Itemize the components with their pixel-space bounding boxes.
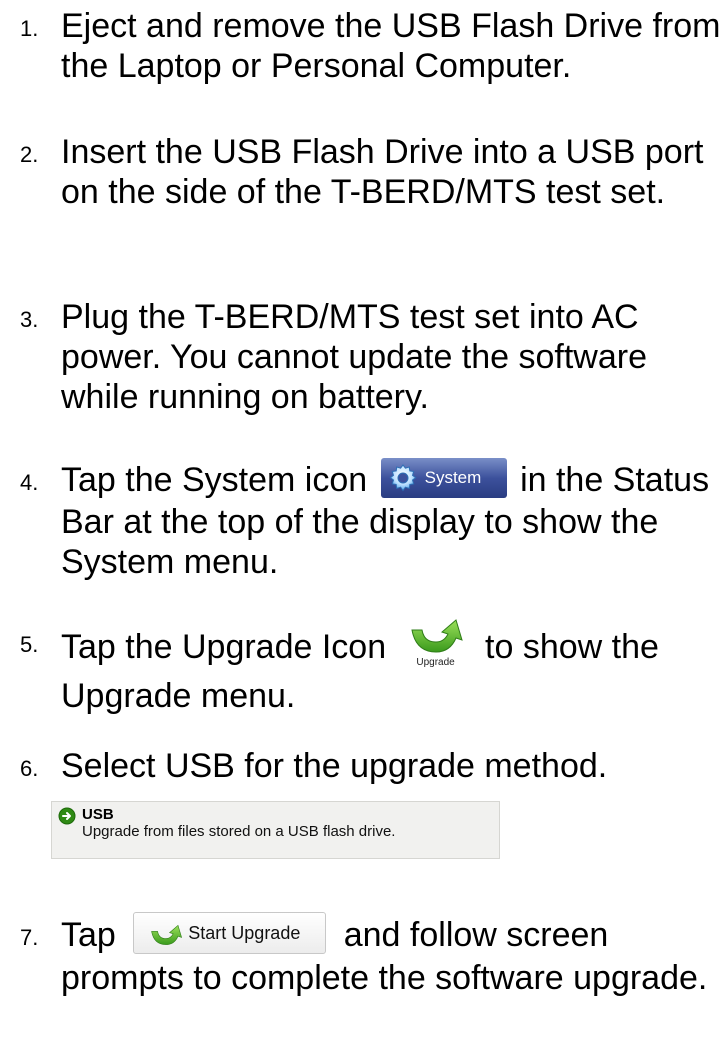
usb-option[interactable]: USB Upgrade from files stored on a USB f…: [51, 801, 500, 859]
step-text: Plug the T-BERD/MTS test set into AC pow…: [61, 298, 648, 416]
system-button-label: System: [424, 468, 482, 488]
arrow-right-circle-icon: [58, 807, 76, 825]
upgrade-icon-label: Upgrade: [416, 657, 455, 668]
upgrade-icon-button[interactable]: Upgrade: [400, 616, 472, 670]
step-number: 1.: [20, 16, 39, 41]
step-number: 7.: [20, 925, 39, 950]
step-number: 3.: [20, 307, 39, 332]
upgrade-arrow-icon: [151, 924, 183, 945]
step-number: 2.: [20, 142, 39, 167]
start-upgrade-button[interactable]: Start Upgrade: [133, 912, 327, 955]
usb-option-row: USB Upgrade from files stored on a USB f…: [20, 801, 725, 861]
step-text: Eject and remove the USB Flash Drive fro…: [61, 7, 721, 85]
step-number: 6.: [20, 756, 39, 781]
step-text: Tap Start Upgrade and follow screen prom…: [61, 912, 725, 998]
step-text-before: Tap: [61, 916, 116, 954]
step-text: Tap the System icon System in the Status…: [61, 458, 725, 582]
step-text: Insert the USB Flash Drive into a USB po…: [61, 133, 704, 211]
step-text-before: Tap the Upgrade Icon: [61, 627, 387, 666]
step-text-before: Tap the System icon: [61, 461, 368, 499]
step-number: 4.: [20, 470, 39, 495]
usb-option-title: USB: [82, 806, 114, 823]
upgrade-arrow-icon: [410, 619, 463, 653]
system-button[interactable]: System: [380, 458, 507, 499]
step-number: 5.: [20, 632, 39, 657]
gear-icon: [389, 464, 417, 492]
step-text: Select USB for the upgrade method.: [61, 747, 608, 785]
step-text: Tap the Upgrade Icon Upgrade to show the…: [61, 619, 725, 716]
usb-option-description: Upgrade from files stored on a USB flash…: [82, 823, 396, 840]
start-upgrade-label: Start Upgrade: [188, 923, 301, 944]
